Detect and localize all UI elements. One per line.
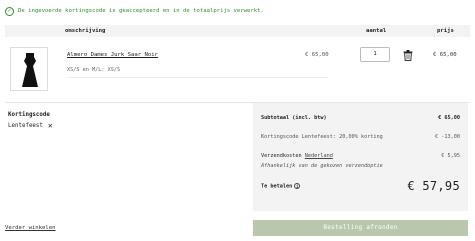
discount-row: Kortingscode Lentefeest: 20,00% korting … bbox=[261, 134, 460, 140]
header-quantity: aantal bbox=[366, 28, 387, 34]
subtotal-value: € 65,00 bbox=[438, 115, 460, 121]
total-label: Te betalen bbox=[261, 183, 293, 190]
product-name-link[interactable]: Almero Dames Jurk Saar Noir bbox=[67, 52, 158, 58]
total-value: € 57,95 bbox=[407, 179, 460, 193]
applied-coupon: Lentefeest ✕ bbox=[8, 122, 53, 130]
shipping-value: € 5,95 bbox=[441, 153, 460, 159]
remove-coupon-icon[interactable]: ✕ bbox=[48, 122, 53, 130]
continue-shopping-link[interactable]: Verder winkelen bbox=[5, 225, 56, 231]
header-description: omschrijving bbox=[65, 28, 106, 34]
subtotal-label: Subtotaal (incl. btw) bbox=[261, 115, 327, 121]
unit-price: € 65,00 bbox=[305, 52, 329, 58]
shipping-note: Afhankelijk van de gekozen verzendoptie bbox=[261, 163, 383, 169]
info-icon[interactable]: i bbox=[294, 183, 301, 189]
shipping-row: Verzendkosten Nederland € 5,95 bbox=[261, 153, 460, 159]
line-total: € 65,00 bbox=[433, 52, 457, 58]
discount-label: Kortingscode Lentefeest: 20,00% korting bbox=[261, 134, 383, 140]
quantity-input[interactable]: 1 bbox=[360, 47, 390, 62]
coupon-label: Kortingscode bbox=[8, 112, 50, 118]
subtotal-row: Subtotaal (incl. btw) € 65,00 bbox=[261, 115, 460, 121]
check-circle-icon: ✓ bbox=[5, 6, 14, 16]
product-image[interactable] bbox=[10, 47, 48, 91]
dress-icon bbox=[22, 53, 38, 87]
order-summary: Subtotaal (incl. btw) € 65,00 Kortingsco… bbox=[253, 103, 468, 211]
shipping-label: Verzendkosten bbox=[261, 153, 302, 159]
cart-table-header: omschrijving aantal prijs bbox=[5, 25, 470, 37]
discount-value: € -13,00 bbox=[435, 134, 460, 140]
coupon-accepted-notice: ✓ De ingevoerde kortingscode is geaccept… bbox=[5, 6, 264, 16]
product-divider bbox=[67, 77, 329, 78]
trash-icon[interactable] bbox=[403, 50, 413, 61]
header-price: prijs bbox=[437, 28, 454, 34]
checkout-button[interactable]: Bestelling afronden bbox=[253, 220, 468, 236]
shipping-country-link[interactable]: Nederland bbox=[305, 153, 333, 159]
product-variant: XS/S en M/L: XS/S bbox=[67, 67, 121, 73]
coupon-code-text: Lentefeest bbox=[8, 123, 43, 129]
total-row: Te betalen i € 57,95 bbox=[261, 179, 460, 193]
notice-text: De ingevoerde kortingscode is geacceptee… bbox=[18, 8, 264, 14]
